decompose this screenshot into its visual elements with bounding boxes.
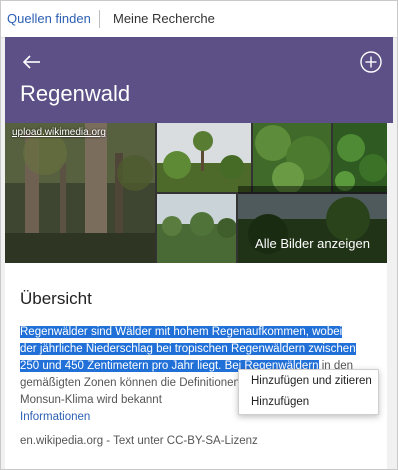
arrow-left-icon bbox=[22, 55, 40, 69]
topic-header: Regenwald bbox=[5, 37, 393, 123]
tab-my-research[interactable]: Meine Recherche bbox=[113, 11, 215, 26]
page-title: Regenwald bbox=[20, 81, 131, 106]
more-info-link[interactable]: Informationen bbox=[20, 411, 90, 423]
add-button[interactable] bbox=[360, 51, 382, 73]
section-title: Übersicht bbox=[20, 289, 92, 308]
plus-circle-icon bbox=[360, 51, 382, 73]
gallery-image-5[interactable] bbox=[157, 194, 236, 263]
context-menu: Hinzufügen und zitieren Hinzufügen bbox=[238, 369, 379, 415]
gallery-image-2[interactable] bbox=[157, 123, 251, 192]
back-button[interactable] bbox=[21, 51, 43, 73]
all-images-overlay[interactable]: Alle Bilder anzeigen bbox=[238, 186, 387, 263]
tab-bar: Quellen finden Meine Recherche bbox=[1, 1, 397, 38]
app-frame: Quellen finden Meine Recherche Regenwald bbox=[0, 0, 398, 470]
overview-card: Übersicht Regenwälder sind Wälder mit ho… bbox=[5, 263, 387, 469]
image-source-label[interactable]: upload.wikimedia.org bbox=[12, 127, 106, 138]
gallery-image-main[interactable]: upload.wikimedia.org bbox=[5, 123, 155, 263]
gallery-image-3[interactable] bbox=[253, 123, 331, 192]
image-gallery: upload.wikimedia.org Alle Bilder anzeige… bbox=[5, 123, 387, 263]
menu-item-add-and-cite[interactable]: Hinzufügen und zitieren bbox=[251, 375, 372, 387]
all-images-button[interactable]: Alle Bilder anzeigen bbox=[238, 236, 387, 251]
selected-text[interactable]: Regenwälder sind Wälder mit hohem Regena… bbox=[20, 326, 356, 372]
gallery-image-4[interactable] bbox=[333, 123, 387, 192]
tab-divider bbox=[99, 10, 100, 28]
tab-find-sources[interactable]: Quellen finden bbox=[7, 11, 91, 26]
license-text: en.wikipedia.org - Text unter CC-BY-SA-L… bbox=[20, 435, 258, 447]
menu-item-add[interactable]: Hinzufügen bbox=[251, 396, 309, 408]
